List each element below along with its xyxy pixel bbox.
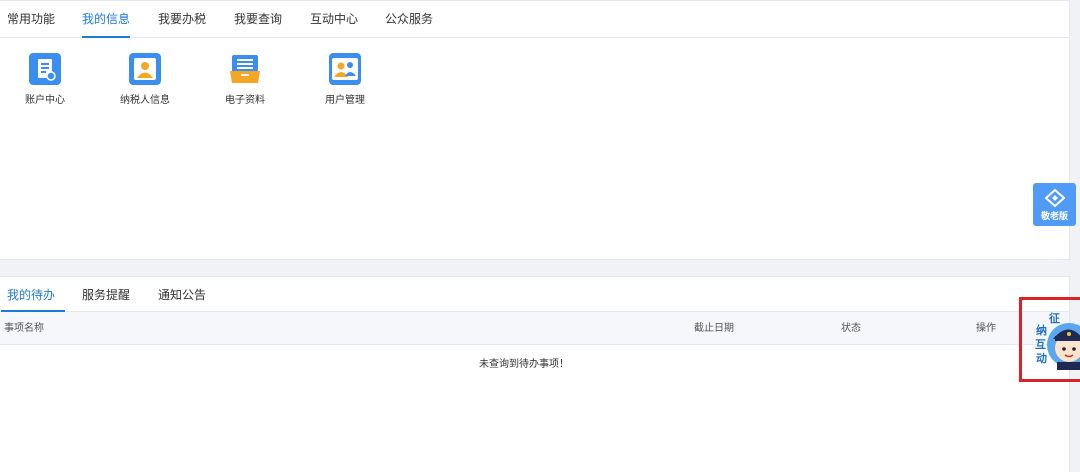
user-management-icon [329, 53, 361, 85]
column-item-name: 事项名称 [4, 323, 44, 334]
account-center-item[interactable]: 账户中心 [0, 53, 90, 106]
taxpayer-info-item[interactable]: 纳税人信息 [100, 53, 190, 106]
interact-char-4: 动 [1036, 352, 1047, 365]
tab-my-todos[interactable]: 我的待办 [0, 277, 66, 312]
electronic-files-label: 电子资料 [225, 95, 265, 106]
elder-mode-label: 敬老版 [1040, 212, 1068, 222]
interact-char-1: 征 [1049, 312, 1060, 325]
account-document-icon [29, 53, 61, 85]
tab-tax-filing[interactable]: 我要办税 [158, 1, 206, 37]
taxpayer-profile-icon [129, 53, 161, 85]
tab-common-functions[interactable]: 常用功能 [7, 1, 55, 37]
column-actions: 操作 [976, 323, 996, 334]
taxpayer-info-label: 纳税人信息 [120, 95, 170, 106]
bottom-tabs: 我的待办 服务提醒 通知公告 [0, 277, 1069, 312]
column-deadline: 截止日期 [694, 323, 734, 334]
account-center-label: 账户中心 [25, 95, 65, 106]
todo-panel: 我的待办 服务提醒 通知公告 事项名称 截止日期 状态 操作 未查询到待办事项！ [0, 276, 1070, 472]
column-status: 状态 [841, 323, 861, 334]
my-info-panel: 常用功能 我的信息 我要办税 我要查询 互动中心 公众服务 账户中心 纳税人信息… [0, 0, 1070, 260]
tab-interaction-center[interactable]: 互动中心 [310, 1, 358, 37]
tab-service-reminders[interactable]: 服务提醒 [82, 277, 130, 311]
empty-todo-message: 未查询到待办事项！ [479, 359, 569, 370]
electronic-files-item[interactable]: 电子资料 [200, 53, 290, 106]
user-management-item[interactable]: 用户管理 [300, 53, 390, 106]
tab-notices[interactable]: 通知公告 [158, 277, 206, 311]
electronic-files-icon [230, 55, 260, 83]
top-tabs: 常用功能 我的信息 我要办税 我要查询 互动中心 公众服务 [0, 1, 1069, 38]
todo-table-header: 事项名称 截止日期 状态 操作 [0, 312, 1069, 345]
page: 常用功能 我的信息 我要办税 我要查询 互动中心 公众服务 账户中心 纳税人信息… [0, 0, 1080, 472]
tab-inquiry[interactable]: 我要查询 [234, 1, 282, 37]
elder-mode-button[interactable]: 敬老版 [1033, 183, 1076, 226]
tab-my-info[interactable]: 我的信息 [82, 1, 131, 38]
heart-hand-icon [1044, 189, 1065, 207]
tax-interaction-widget[interactable]: 征 纳 互 动 [1031, 312, 1080, 370]
user-management-label: 用户管理 [325, 95, 365, 106]
tab-public-services[interactable]: 公众服务 [385, 1, 433, 37]
